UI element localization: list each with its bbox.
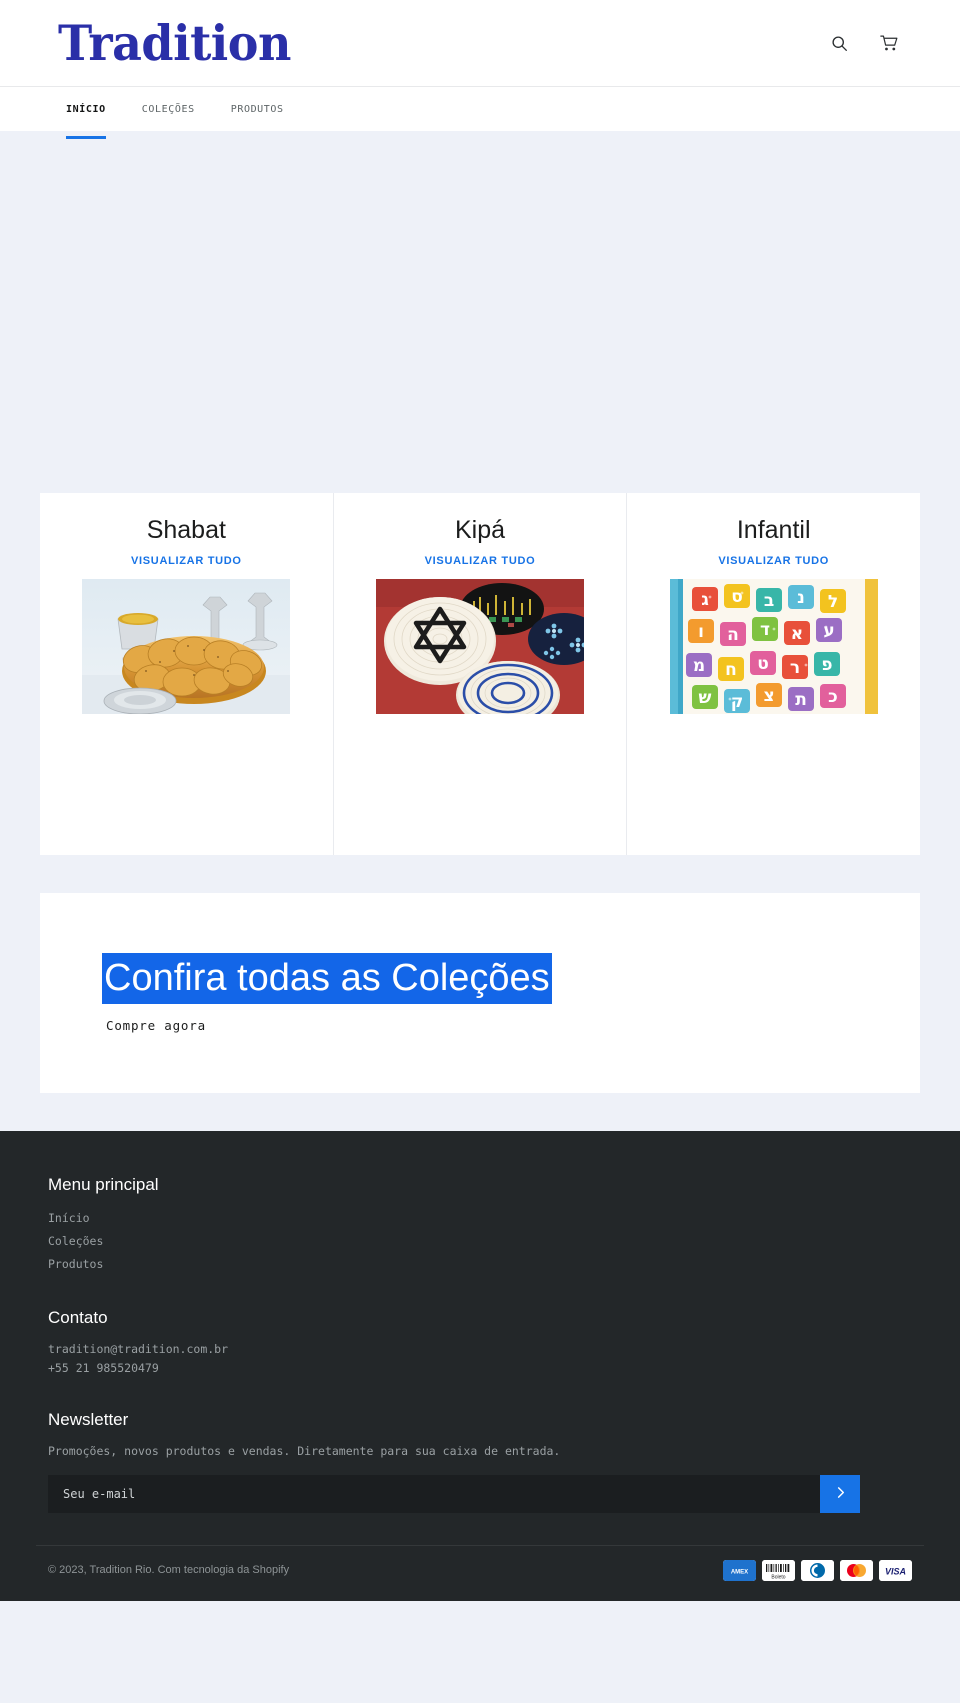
search-icon[interactable] bbox=[826, 30, 852, 56]
svg-text:ג: ג bbox=[701, 590, 709, 610]
challah-bread-kiddush-cup-photo bbox=[82, 579, 291, 714]
svg-text:ה: ה bbox=[727, 625, 739, 645]
footer-link-colecoes[interactable]: Coleções bbox=[48, 1230, 924, 1253]
hebrew-letter-magnets-photo: ג ס ב נ ל ו ה ד א ע מ ח ט ר פ ש ק צ ת כ bbox=[669, 579, 878, 714]
collection-title: Kipá bbox=[454, 516, 506, 544]
svg-text:ר: ר bbox=[790, 658, 800, 678]
nav-item-colecoes[interactable]: COLEÇÕES bbox=[124, 87, 213, 131]
collection-view-all-link[interactable]: VISUALIZAR TUDO bbox=[425, 555, 536, 567]
footer-contact-block: Contato tradition@tradition.com.br +55 2… bbox=[48, 1308, 924, 1378]
footer-bottom-bar: © 2023, Tradition Rio. Com tecnologia da… bbox=[36, 1544, 924, 1601]
svg-text:נ: נ bbox=[797, 588, 805, 608]
svg-text:AMEX: AMEX bbox=[731, 1569, 748, 1575]
svg-text:ת: ת bbox=[795, 690, 807, 710]
collection-view-all-link[interactable]: VISUALIZAR TUDO bbox=[131, 555, 242, 567]
shop-now-button[interactable]: Compre agora bbox=[106, 1018, 206, 1033]
storefront-page: Tradition INÍCIO COLEÇÕES PRODUTOS Shaba… bbox=[0, 0, 960, 1601]
svg-text:ש: ש bbox=[698, 688, 711, 708]
newsletter-email-input[interactable] bbox=[48, 1474, 820, 1513]
promo-section-wrapper: Confira todas as Coleções Compre agora bbox=[0, 855, 960, 1131]
footer-menu-heading: Menu principal bbox=[48, 1175, 159, 1194]
contact-phone[interactable]: +55 21 985520479 bbox=[48, 1359, 924, 1378]
svg-text:ק: ק bbox=[730, 692, 743, 712]
hero-banner-area bbox=[0, 131, 960, 493]
collection-view-all-link[interactable]: VISUALIZAR TUDO bbox=[718, 555, 829, 567]
nav-item-produtos[interactable]: PRODUTOS bbox=[213, 87, 302, 131]
collection-card-shabat[interactable]: Shabat VISUALIZAR TUDO bbox=[40, 493, 334, 855]
shopping-cart-icon[interactable] bbox=[876, 30, 902, 56]
svg-text:ד: ד bbox=[760, 620, 770, 640]
svg-text:ח: ח bbox=[725, 660, 737, 680]
footer-menu-block: Menu principal Início Coleções Produtos bbox=[48, 1175, 924, 1276]
collection-card-kipa[interactable]: Kipá VISUALIZAR TUDO bbox=[334, 493, 628, 855]
collection-list: Shabat VISUALIZAR TUDO Kipá VISUALIZAR T… bbox=[40, 493, 920, 855]
diners-club-icon bbox=[801, 1559, 834, 1581]
footer-content: Menu principal Início Coleções Produtos … bbox=[36, 1175, 924, 1513]
copyright-text: © 2023, Tradition Rio. Com tecnologia da… bbox=[48, 1564, 290, 1577]
svg-text:ע: ע bbox=[823, 621, 834, 641]
svg-text:ס: ס bbox=[731, 587, 743, 607]
visa-icon: VISA bbox=[879, 1559, 912, 1581]
footer-link-inicio[interactable]: Início bbox=[48, 1207, 924, 1230]
newsletter-description: Promoções, novos produtos e vendas. Dire… bbox=[48, 1443, 561, 1458]
contact-email[interactable]: tradition@tradition.com.br bbox=[48, 1340, 924, 1359]
footer-newsletter-block: Newsletter Promoções, novos produtos e v… bbox=[48, 1410, 924, 1513]
boleto-icon: Boleto bbox=[762, 1559, 795, 1581]
newsletter-submit-button[interactable] bbox=[820, 1474, 860, 1513]
amex-icon: AMEX bbox=[723, 1559, 756, 1581]
site-footer: Menu principal Início Coleções Produtos … bbox=[0, 1131, 960, 1601]
footer-contact-heading: Contato bbox=[48, 1308, 108, 1327]
svg-text:ב: ב bbox=[763, 591, 773, 611]
svg-text:פ: פ bbox=[821, 655, 832, 675]
svg-text:כ: כ bbox=[828, 687, 838, 707]
footer-link-produtos[interactable]: Produtos bbox=[48, 1253, 924, 1276]
svg-text:צ: צ bbox=[763, 686, 774, 706]
chevron-right-icon bbox=[834, 1486, 847, 1502]
svg-text:ו: ו bbox=[698, 622, 704, 642]
newsletter-heading: Newsletter bbox=[48, 1409, 129, 1429]
svg-text:Boleto: Boleto bbox=[771, 1574, 785, 1580]
svg-text:VISA: VISA bbox=[885, 1566, 906, 1576]
svg-text:מ: מ bbox=[693, 656, 705, 676]
site-header: Tradition bbox=[0, 0, 960, 86]
nav-list: INÍCIO COLEÇÕES PRODUTOS bbox=[36, 87, 302, 139]
collection-title: Infantil bbox=[736, 516, 811, 544]
nav-item-inicio[interactable]: INÍCIO bbox=[48, 87, 124, 139]
svg-text:ט: ט bbox=[757, 654, 769, 674]
promo-title: Confira todas as Coleções bbox=[102, 953, 552, 1004]
newsletter-form bbox=[48, 1474, 860, 1513]
main-navigation: INÍCIO COLEÇÕES PRODUTOS bbox=[0, 86, 960, 139]
collection-title: Shabat bbox=[146, 516, 226, 544]
collection-card-infantil[interactable]: Infantil VISUALIZAR TUDO ג ס ב נ ל ו ה ד… bbox=[627, 493, 920, 855]
svg-text:ל: ל bbox=[828, 592, 838, 612]
header-icon-group bbox=[826, 30, 924, 56]
promo-section: Confira todas as Coleções Compre agora bbox=[40, 893, 920, 1093]
payment-icons: AMEX Boleto VISA bbox=[723, 1559, 924, 1581]
site-logo[interactable]: Tradition bbox=[36, 19, 291, 68]
svg-text:א: א bbox=[790, 624, 802, 644]
knitted-kippot-photo bbox=[376, 579, 584, 714]
mastercard-icon bbox=[840, 1559, 873, 1581]
